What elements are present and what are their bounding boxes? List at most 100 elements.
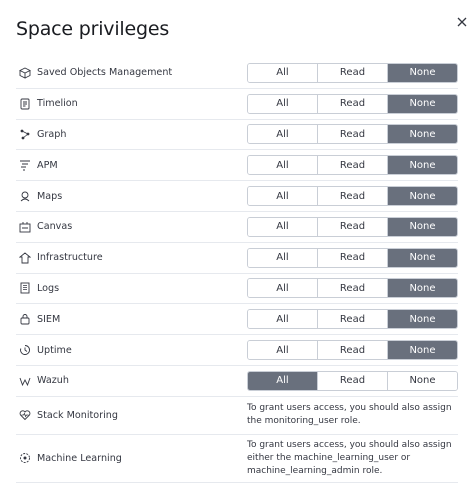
feature-label: Stack Monitoring	[37, 409, 118, 421]
privilege-none-button[interactable]: None	[388, 217, 457, 236]
feature-row-stack-monitoring: Stack Monitoring To grant users access, y…	[16, 397, 458, 435]
timelion-icon	[18, 97, 31, 110]
feature-privilege-list: Saved Objects Management All Read None Timel…	[16, 58, 458, 483]
privilege-all-button[interactable]: All	[248, 94, 318, 113]
privilege-read-button[interactable]: Read	[318, 371, 388, 390]
privilege-note: To grant users access, you should also a…	[247, 403, 452, 427]
privilege-none-button[interactable]: None	[388, 94, 457, 113]
feature-row-wazuh: Wazuh All Read None	[16, 366, 458, 397]
feature-name: Graph	[16, 128, 66, 141]
feature-row-machine-learning: Machine Learning To grant users access, y…	[16, 435, 458, 483]
canvas-icon	[18, 220, 31, 233]
feature-label: Canvas	[37, 221, 73, 233]
feature-label: Uptime	[37, 344, 72, 356]
feature-name: Machine Learning	[16, 452, 122, 465]
privilege-all-button[interactable]: All	[248, 279, 318, 298]
saved-objects-icon	[18, 66, 31, 79]
privilege-button-group: All Read None	[247, 370, 458, 391]
feature-label: Wazuh	[37, 375, 69, 387]
feature-name: Uptime	[16, 344, 72, 357]
feature-label: Graph	[37, 128, 67, 140]
feature-row-siem: SIEM All Read None	[16, 304, 458, 336]
privilege-all-button[interactable]: All	[248, 371, 318, 390]
feature-row-uptime: Uptime All Read None	[16, 335, 458, 366]
logs-icon	[18, 282, 31, 295]
close-icon[interactable]	[454, 14, 470, 30]
privilege-all-button[interactable]: All	[248, 63, 318, 82]
privilege-read-button[interactable]: Read	[318, 217, 388, 236]
privilege-none-button[interactable]: None	[388, 341, 457, 360]
feature-label: APM	[37, 159, 58, 171]
privilege-all-button[interactable]: All	[248, 125, 318, 144]
privilege-read-button[interactable]: Read	[318, 248, 388, 267]
privilege-read-button[interactable]: Read	[318, 63, 388, 82]
feature-name: Wazuh	[16, 374, 69, 387]
feature-row-timelion: Timelion All Read None	[16, 89, 458, 120]
feature-name: Canvas	[16, 220, 72, 233]
infrastructure-icon	[18, 251, 31, 264]
feature-label: Infrastructure	[37, 252, 103, 264]
privilege-none-button[interactable]: None	[388, 371, 457, 390]
feature-name: Logs	[16, 282, 59, 295]
feature-row-saved-objects-management: Saved Objects Management All Read None	[16, 58, 458, 89]
feature-label: Saved Objects Management	[37, 67, 173, 79]
privilege-all-button[interactable]: All	[248, 187, 318, 206]
uptime-icon	[18, 344, 31, 357]
privilege-none-button[interactable]: None	[388, 248, 457, 267]
privilege-read-button[interactable]: Read	[318, 310, 388, 329]
privilege-button-group: All Read None	[247, 340, 458, 361]
privilege-button-group: All Read None	[247, 124, 458, 145]
privilege-read-button[interactable]: Read	[318, 125, 388, 144]
feature-name: Stack Monitoring	[16, 409, 118, 422]
feature-label: Maps	[37, 190, 63, 202]
feature-name: Timelion	[16, 97, 78, 110]
privilege-none-button[interactable]: None	[388, 279, 457, 298]
feature-name: APM	[16, 159, 58, 172]
privilege-all-button[interactable]: All	[248, 310, 318, 329]
privilege-button-group: All Read None	[247, 155, 458, 176]
privilege-button-group: All Read None	[247, 186, 458, 207]
apm-icon	[18, 159, 31, 172]
feature-name: Saved Objects Management	[16, 66, 172, 79]
privilege-read-button[interactable]: Read	[318, 156, 388, 175]
feature-row-maps: Maps All Read None	[16, 181, 458, 212]
feature-name: SIEM	[16, 313, 60, 326]
page-title: Space privileges	[16, 18, 170, 40]
privilege-read-button[interactable]: Read	[318, 341, 388, 360]
feature-label: Logs	[37, 282, 60, 294]
feature-label: Machine Learning	[37, 452, 122, 464]
machine-learning-icon	[18, 452, 31, 465]
wazuh-icon	[18, 374, 31, 387]
maps-icon	[18, 190, 31, 203]
privilege-button-group: All Read None	[247, 247, 458, 268]
privilege-note: To grant users access, you should also a…	[247, 439, 452, 476]
feature-name: Infrastructure	[16, 251, 103, 264]
privilege-none-button[interactable]: None	[388, 310, 457, 329]
privilege-button-group: All Read None	[247, 216, 458, 237]
privilege-all-button[interactable]: All	[248, 341, 318, 360]
privilege-all-button[interactable]: All	[248, 217, 318, 236]
privilege-read-button[interactable]: Read	[318, 187, 388, 206]
privilege-all-button[interactable]: All	[248, 248, 318, 267]
siem-icon	[18, 313, 31, 326]
stack-monitoring-icon	[18, 409, 31, 422]
privilege-none-button[interactable]: None	[388, 125, 457, 144]
feature-label: Timelion	[37, 98, 78, 110]
privilege-button-group: All Read None	[247, 309, 458, 330]
privilege-none-button[interactable]: None	[388, 187, 457, 206]
feature-name: Maps	[16, 190, 62, 203]
privilege-read-button[interactable]: Read	[318, 94, 388, 113]
privilege-none-button[interactable]: None	[388, 156, 457, 175]
feature-row-infrastructure: Infrastructure All Read None	[16, 243, 458, 274]
privilege-none-button[interactable]: None	[388, 63, 457, 82]
privilege-button-group: All Read None	[247, 278, 458, 299]
privilege-button-group: All Read None	[247, 93, 458, 114]
graph-icon	[18, 128, 31, 141]
feature-row-canvas: Canvas All Read None	[16, 212, 458, 243]
privilege-read-button[interactable]: Read	[318, 279, 388, 298]
feature-row-logs: Logs All Read None	[16, 274, 458, 305]
feature-row-apm: APM All Read None	[16, 150, 458, 182]
feature-label: SIEM	[37, 313, 61, 325]
privilege-button-group: All Read None	[247, 62, 458, 83]
privilege-all-button[interactable]: All	[248, 156, 318, 175]
